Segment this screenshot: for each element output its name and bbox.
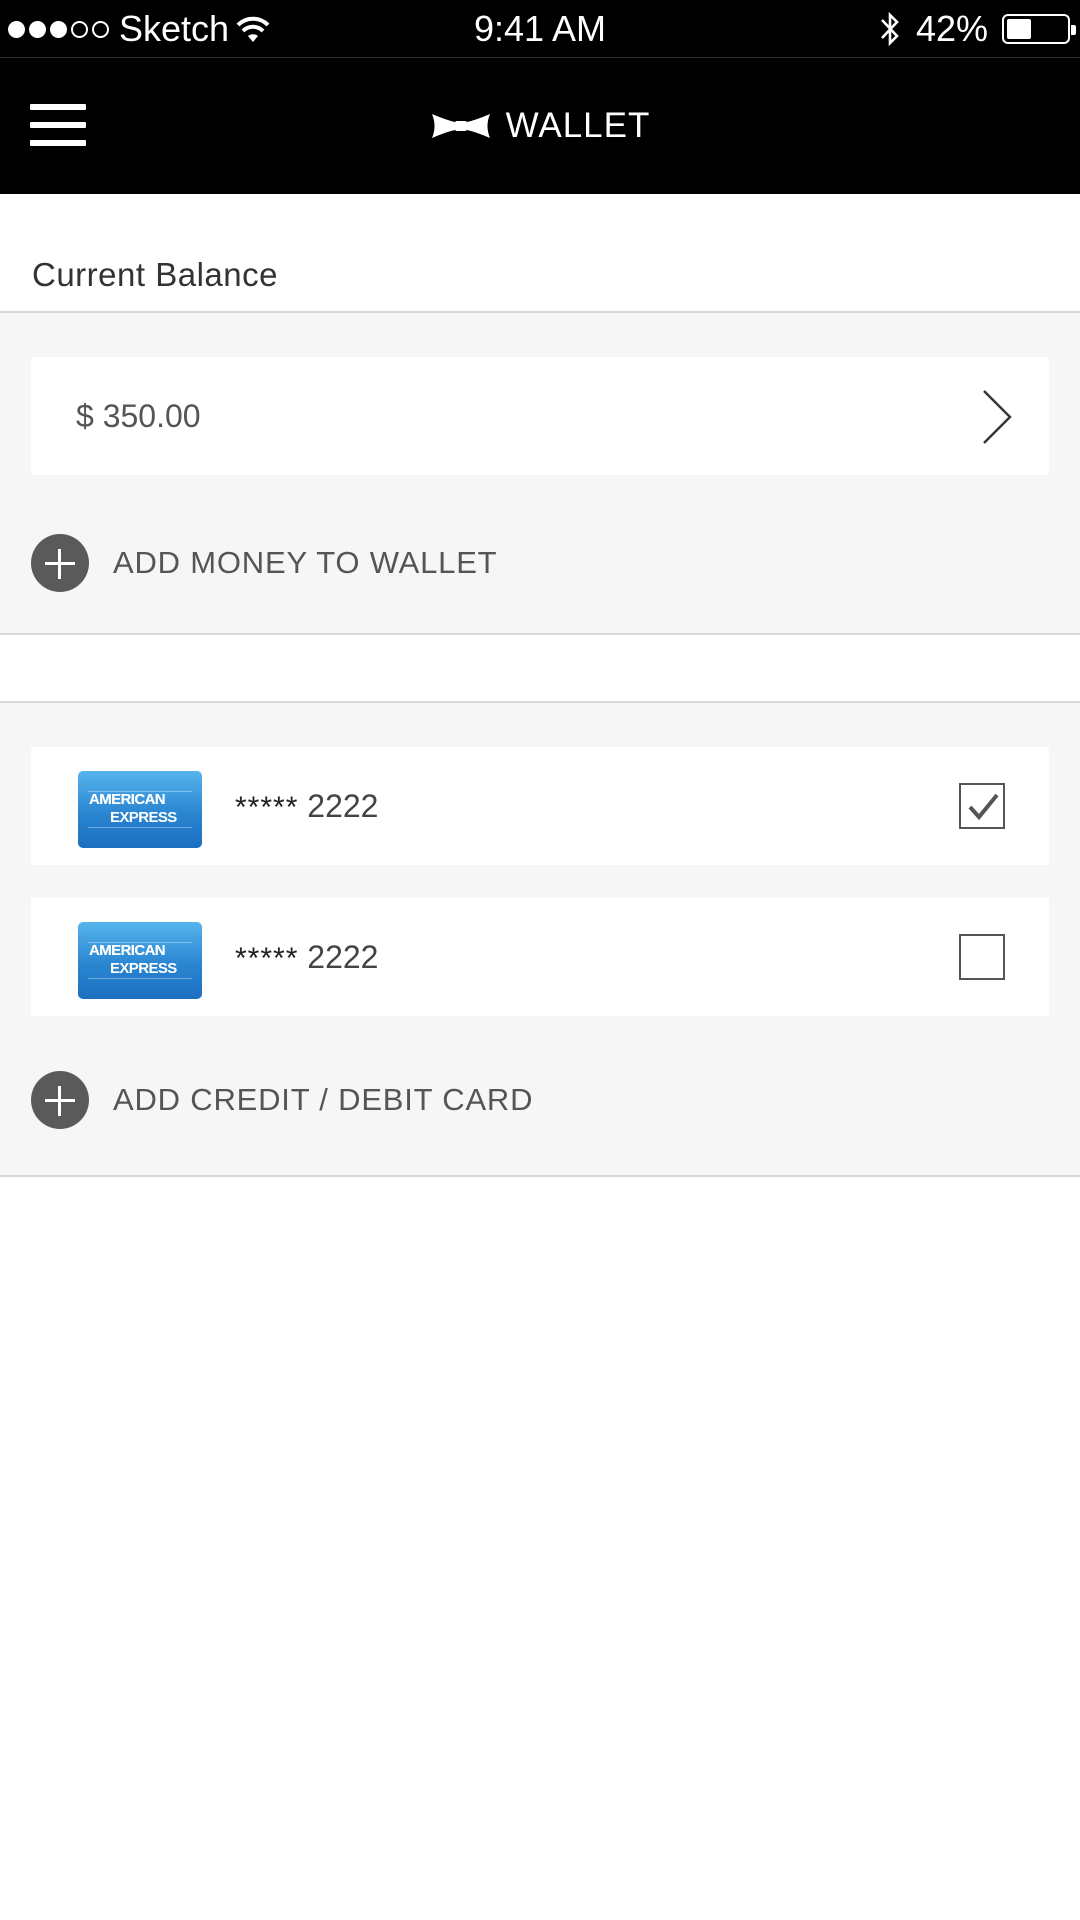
card-last4: 2222	[307, 788, 379, 824]
divider	[0, 633, 1080, 635]
amex-logo-line2: EXPRESS	[110, 960, 177, 977]
card-number: ***** 2222	[235, 747, 378, 867]
status-right: 42%	[878, 8, 1076, 50]
card-row[interactable]: AMERICAN EXPRESS ***** 2222	[31, 898, 1049, 1016]
cards-section: AMERICAN EXPRESS ***** 2222 AMERICAN EXP…	[0, 703, 1080, 1175]
balance-row[interactable]: $ 350.00	[31, 357, 1049, 475]
card-number: ***** 2222	[235, 898, 378, 1018]
add-card-button[interactable]: ADD CREDIT / DEBIT CARD	[31, 1071, 533, 1129]
balance-amount: $ 350.00	[76, 398, 201, 434]
card-row[interactable]: AMERICAN EXPRESS ***** 2222	[31, 747, 1049, 865]
add-money-label: ADD MONEY TO WALLET	[113, 545, 498, 580]
battery-icon	[1002, 14, 1076, 44]
card-select-checkbox[interactable]	[959, 783, 1005, 829]
amex-logo: AMERICAN EXPRESS	[78, 771, 202, 848]
amex-logo-line1: AMERICAN	[89, 942, 166, 959]
chevron-right-icon	[983, 390, 1012, 444]
battery-tip	[1071, 25, 1076, 35]
page-title: WALLET	[505, 106, 651, 145]
amex-logo-line1: AMERICAN	[89, 791, 166, 808]
amex-logo-line2: EXPRESS	[110, 809, 177, 826]
card-select-checkbox[interactable]	[959, 934, 1005, 980]
plus-circle-icon	[31, 1071, 89, 1129]
add-money-button[interactable]: ADD MONEY TO WALLET	[31, 534, 497, 592]
nav-bar: WALLET	[0, 58, 1080, 194]
bluetooth-icon	[880, 11, 899, 47]
bowtie-icon	[431, 114, 490, 138]
plus-circle-icon	[31, 534, 89, 592]
balance-label: Current Balance	[32, 256, 278, 293]
balance-section: $ 350.00 ADD MONEY TO WALLET	[0, 313, 1080, 633]
card-last4: 2222	[307, 939, 379, 975]
add-card-label: ADD CREDIT / DEBIT CARD	[113, 1082, 534, 1117]
checkmark-icon	[968, 793, 999, 821]
divider	[0, 1175, 1080, 1177]
status-bar: Sketch 9:41 AM 42%	[0, 0, 1080, 58]
battery-level	[1007, 19, 1032, 39]
card-mask: *****	[235, 791, 299, 824]
battery-percent: 42%	[915, 8, 988, 49]
card-mask: *****	[235, 942, 299, 975]
nav-title: WALLET	[0, 58, 1080, 194]
amex-logo: AMERICAN EXPRESS	[78, 922, 202, 999]
